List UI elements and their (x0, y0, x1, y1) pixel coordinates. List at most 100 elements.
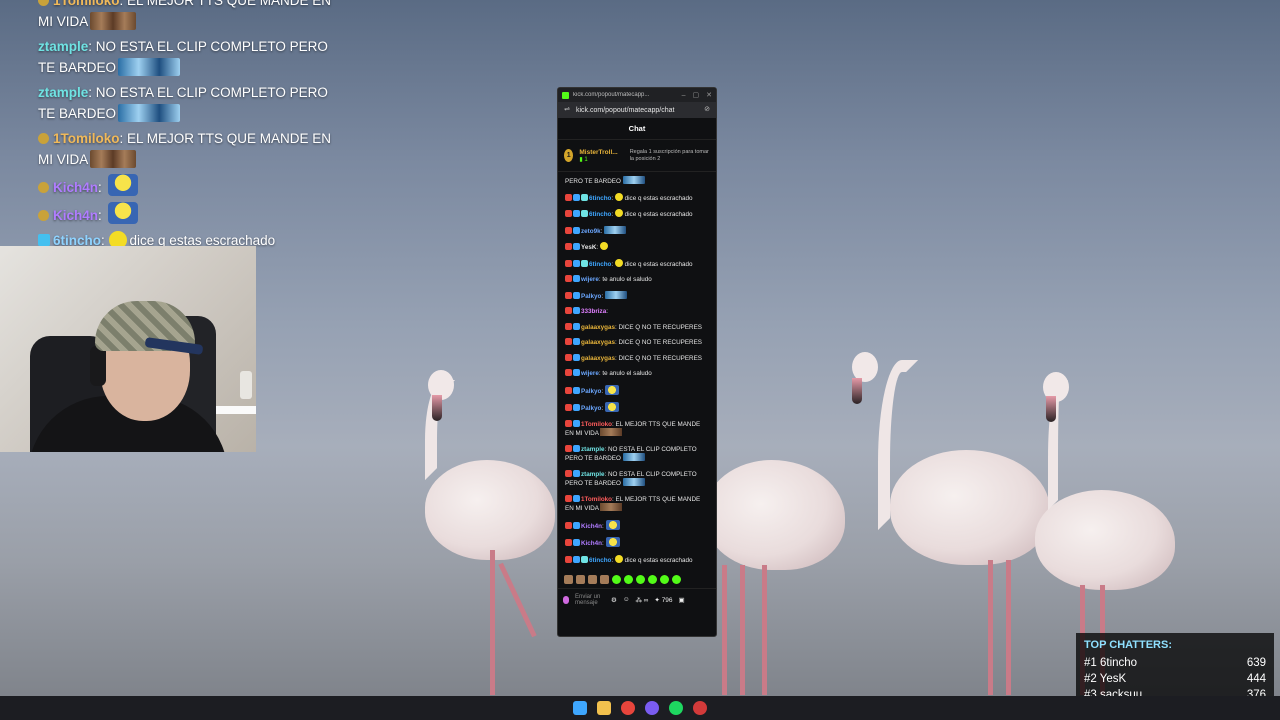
chat-message[interactable]: 6tincho: dice q estas escrachado (565, 258, 709, 269)
webcam-feed (0, 246, 256, 452)
badge-icon (565, 369, 572, 376)
chat-username[interactable]: galaaxygas (581, 355, 615, 362)
chat-username[interactable]: 333briza (581, 308, 606, 315)
chat-message[interactable]: Palkyo: (565, 290, 709, 301)
chat-username[interactable]: YesK (581, 244, 596, 251)
spotify-icon[interactable] (669, 701, 683, 715)
chat-message[interactable]: 6tincho: dice q estas escrachado (565, 192, 709, 203)
chat-message[interactable]: wijere: te anulo el saludo (565, 275, 709, 284)
emote-icon (90, 150, 137, 168)
address-bar[interactable]: ⇌ kick.com/popout/matecapp/chat ⊘ (558, 102, 716, 118)
emote-icon (604, 384, 619, 395)
maximize-icon[interactable]: ▢ (693, 91, 700, 99)
chat-username[interactable]: 6tincho (589, 261, 611, 268)
overlay-chat-message: Kich4n: (38, 202, 338, 226)
chat-message[interactable]: ztample: NO ESTA EL CLIP COMPLETO PERO T… (565, 444, 709, 463)
chat-message[interactable]: ztample: NO ESTA EL CLIP COMPLETO PERO T… (565, 469, 709, 488)
chat-username[interactable]: ztample (581, 446, 604, 453)
viewers-stat[interactable]: ⁂ ∞ (635, 596, 648, 604)
emote-icon (622, 478, 645, 486)
chat-message[interactable]: galaaxygas: DICE Q NO TE RECUPERES (565, 322, 709, 332)
discord-icon[interactable] (645, 701, 659, 715)
emoji-icon[interactable]: ☺ (623, 596, 630, 603)
chat-message[interactable]: 6tincho: dice q estas escrachado (565, 554, 709, 565)
chat-message[interactable]: 1Tomiloko: EL MEJOR TTS QUE MANDE EN MI … (565, 419, 709, 438)
obs-icon[interactable] (693, 701, 707, 715)
chat-message[interactable]: wijere: te anulo el saludo (565, 369, 709, 378)
chat-username[interactable]: wijere (581, 370, 599, 377)
emote-icon[interactable] (576, 574, 585, 584)
emote-icon[interactable] (564, 574, 573, 584)
chat-input-bar[interactable]: Enviar un mensaje ⚙ ☺ ⁂ ∞ ✦ 796 ▣ (558, 588, 716, 610)
windows-icon[interactable] (573, 701, 587, 715)
badge-icon (565, 226, 572, 234)
chat-message[interactable]: 333briza: (565, 307, 709, 316)
stream-chat-overlay: 1Tomiloko: EL MEJOR TTS QUE MANDE EN MI … (38, 0, 338, 255)
chat-username[interactable]: Palkyo (581, 405, 601, 412)
chat-username[interactable]: 6tincho (589, 195, 611, 202)
emote-icon (622, 453, 645, 461)
chrome-icon[interactable] (621, 701, 635, 715)
mic-icon[interactable] (563, 595, 569, 604)
pinned-gifter[interactable]: 1 MisterTroll... ▮ 1 Regala 1 suscripció… (558, 140, 716, 172)
emote-icon[interactable] (612, 574, 621, 584)
emote-icon[interactable] (648, 574, 657, 584)
url-text[interactable]: kick.com/popout/matecapp/chat (576, 107, 698, 114)
file-explorer-icon[interactable] (597, 701, 611, 715)
chat-username[interactable]: Palkyo (581, 293, 601, 300)
chat-username[interactable]: Kich4n (581, 540, 602, 547)
chat-message[interactable]: Palkyo: (565, 384, 709, 396)
gift-icon[interactable]: ▣ (679, 596, 685, 604)
emote-quick-bar[interactable] (558, 570, 716, 588)
points-stat[interactable]: ✦ 796 (654, 596, 672, 604)
chat-message[interactable]: YesK: (565, 242, 709, 252)
emote-icon[interactable] (660, 574, 669, 584)
site-settings-icon[interactable]: ⇌ (563, 106, 571, 114)
gift-sub-prompt[interactable]: Regala 1 suscripción para tomar la posic… (630, 149, 710, 162)
chat-username[interactable]: 6tincho (589, 557, 611, 564)
chat-message[interactable]: PERO TE BARDEO (565, 176, 709, 186)
badge-icon (565, 444, 572, 452)
emote-icon[interactable] (588, 574, 597, 584)
chat-username[interactable]: galaaxygas (581, 339, 615, 346)
emote-icon[interactable] (600, 574, 609, 584)
chat-username[interactable]: ztample (581, 471, 604, 478)
emote-icon[interactable] (636, 574, 645, 584)
badge-icon (38, 234, 50, 246)
chat-username[interactable]: zeto9k (581, 228, 601, 235)
chat-message[interactable]: Kich4n: (565, 537, 709, 548)
emote-icon[interactable] (672, 574, 681, 584)
chat-message[interactable]: zeto9k: (565, 225, 709, 236)
chat-username[interactable]: 1Tomiloko (581, 421, 612, 428)
overlay-chat-username: Kich4n (53, 180, 99, 195)
settings-icon[interactable]: ⚙ (611, 596, 617, 604)
chat-input[interactable]: Enviar un mensaje (575, 594, 605, 606)
window-titlebar[interactable]: kick.com/popout/matecapp... – ▢ ✕ (558, 88, 716, 102)
chat-message-list[interactable]: PERO TE BARDEO 6tincho: dice q estas esc… (558, 172, 716, 570)
badge-icon (565, 419, 572, 427)
eye-off-icon[interactable]: ⊘ (703, 106, 711, 114)
badge-icon (573, 555, 580, 563)
chat-message[interactable]: 6tincho: dice q estas escrachado (565, 209, 709, 219)
chat-message[interactable]: Palkyo: (565, 402, 709, 413)
chat-username[interactable]: Kich4n (581, 523, 602, 530)
chat-message[interactable]: galaaxygas: DICE Q NO TE RECUPERES (565, 338, 709, 347)
minimize-icon[interactable]: – (682, 92, 686, 99)
close-icon[interactable]: ✕ (706, 91, 712, 99)
emote-icon[interactable] (624, 574, 633, 584)
chat-username[interactable]: wijere (581, 276, 599, 283)
chat-message[interactable]: galaaxygas: DICE Q NO TE RECUPERES (565, 353, 709, 363)
badge-icon (573, 307, 580, 314)
badge-icon (565, 259, 572, 267)
chat-username[interactable]: galaaxygas (581, 324, 615, 331)
emote-icon (614, 258, 623, 267)
chat-message[interactable]: Kich4n: (565, 519, 709, 531)
chat-message[interactable]: 1Tomiloko: EL MEJOR TTS QUE MANDE EN MI … (565, 494, 709, 513)
chat-username[interactable]: Palkyo (581, 388, 601, 395)
chat-popout-window[interactable]: kick.com/popout/matecapp... – ▢ ✕ ⇌ kick… (557, 87, 717, 637)
emote-icon (605, 519, 620, 530)
chat-username[interactable]: 6tincho (589, 211, 611, 218)
chat-username[interactable]: 1Tomiloko (581, 496, 612, 503)
chat-message-text: dice q estas escrachado (624, 260, 693, 268)
badge-icon (581, 259, 588, 267)
